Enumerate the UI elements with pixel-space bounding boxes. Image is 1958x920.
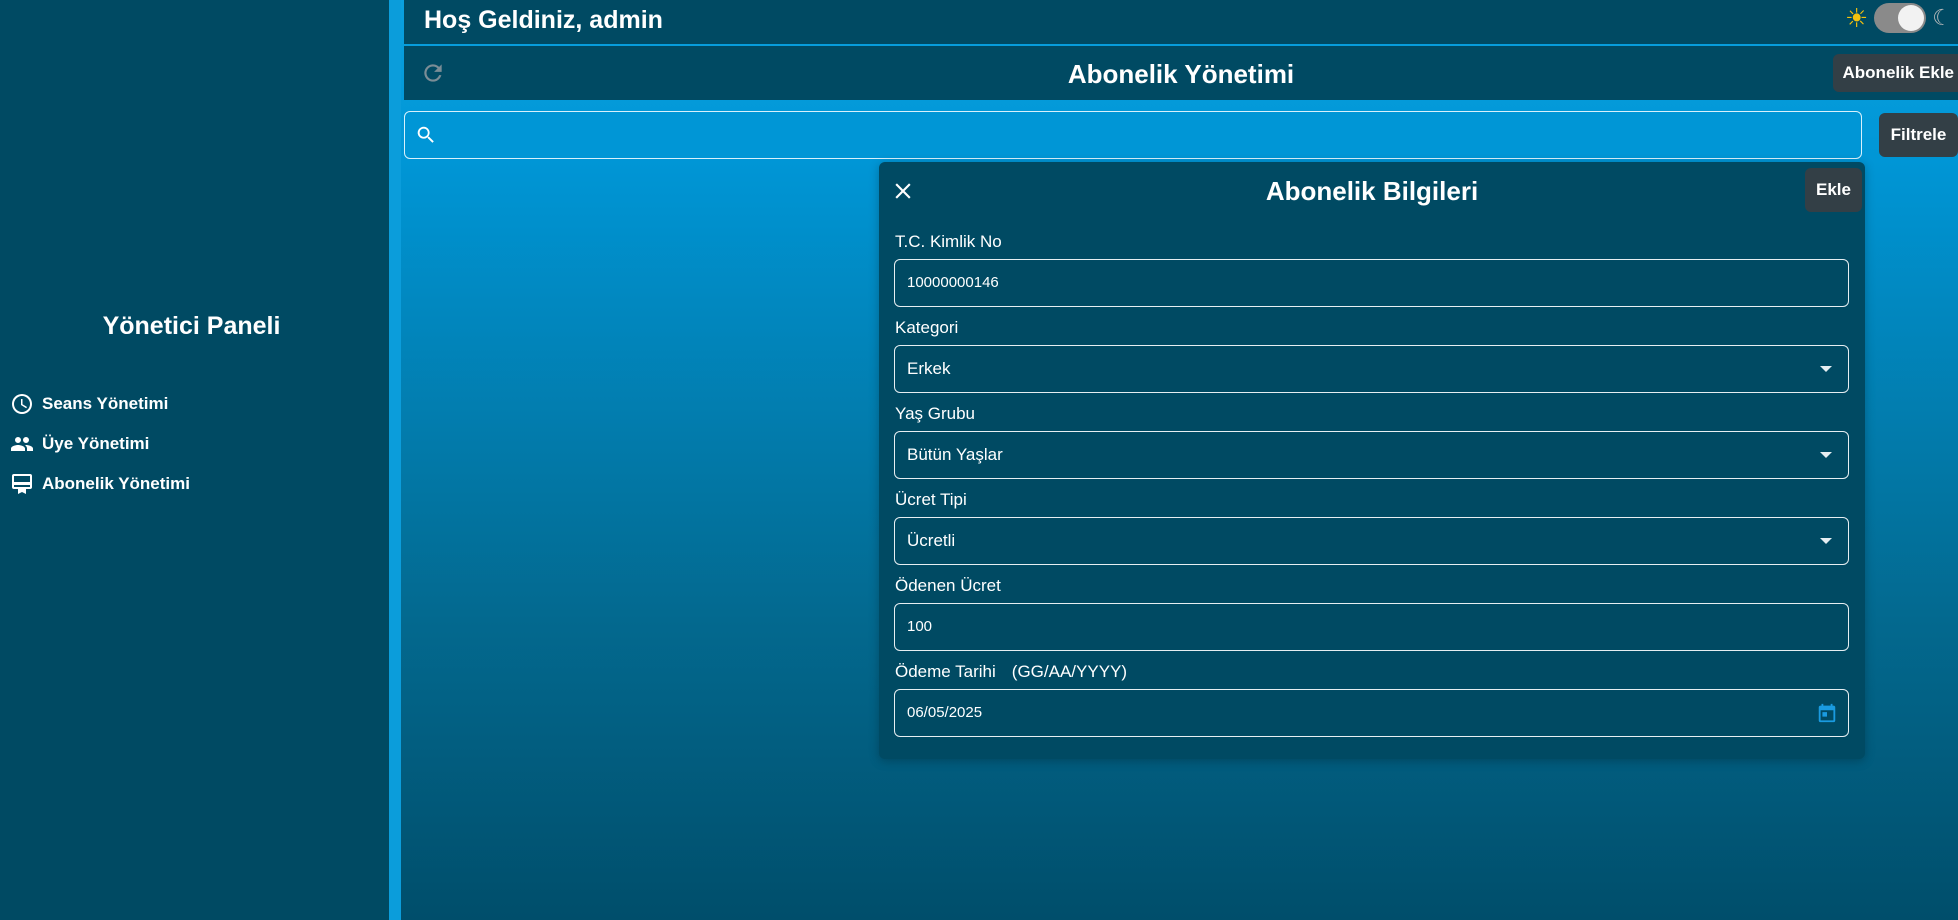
sidebar-item-label: Abonelik Yönetimi [42,474,190,493]
page-title: Abonelik Yönetimi [1067,59,1295,89]
ucret-tipi-value: Ücretli [907,531,956,550]
tc-field[interactable]: 10000000146 [894,259,1849,307]
search-box[interactable] [404,111,1862,159]
main-content: Hoş Geldiniz, admin ☀ ☾ Abonelik Yönetim… [389,0,1958,920]
theme-switch[interactable] [1874,3,1927,33]
tc-label: T.C. Kimlik No [895,232,1002,251]
yas-grubu-select[interactable]: Bütün Yaşlar [894,431,1849,479]
sidebar: Yönetici Paneli Seans Yönetimi Üye Yönet… [0,0,389,920]
sidebar-item-label: Üye Yönetimi [42,434,150,453]
sidebar-item-abonelik[interactable]: Abonelik Yönetimi [10,464,190,504]
accent-strip [389,0,401,920]
odenen-ucret-field[interactable]: 100 [894,603,1849,651]
card-membership-icon [12,474,32,494]
page-header: Abonelik Yönetimi Abonelik Ekle [404,46,1958,100]
sidebar-title: Yönetici Paneli [102,312,281,340]
theme-toggle[interactable]: ☀ ☾ [1845,3,1952,33]
calendar-icon[interactable] [1816,702,1838,724]
sidebar-item-uye[interactable]: Üye Yönetimi [10,424,190,464]
add-subscription-button[interactable]: Abonelik Ekle [1832,54,1958,92]
moon-icon: ☾ [1932,5,1952,30]
dropdown-arrow-icon [1820,366,1832,372]
yas-grubu-value: Bütün Yaşlar [907,445,1003,464]
search-input[interactable] [447,120,1847,150]
odeme-tarihi-value: 06/05/2025 [907,704,983,721]
dropdown-arrow-icon [1820,452,1832,458]
modal-add-button[interactable]: Ekle [1805,168,1862,212]
filter-button[interactable]: Filtrele [1879,113,1958,157]
dropdown-arrow-icon [1820,538,1832,544]
subscription-modal: Abonelik Bilgileri Ekle T.C. Kimlik No 1… [879,162,1865,759]
odeme-tarihi-field[interactable]: 06/05/2025 [894,689,1849,737]
sun-icon: ☀ [1844,3,1869,33]
sidebar-item-label: Seans Yönetimi [42,394,169,413]
odeme-tarihi-label-text: Ödeme Tarihi [895,662,996,681]
clock-icon [12,394,32,414]
modal-title: Abonelik Bilgileri [1265,176,1479,206]
odeme-tarihi-label: Ödeme Tarihi (GG/AA/YYYY) [895,662,1127,682]
kategori-select[interactable]: Erkek [894,345,1849,393]
ucret-tipi-label: Ücret Tipi [895,490,967,509]
welcome-text: Hoş Geldiniz, admin [424,6,663,34]
sidebar-item-seans[interactable]: Seans Yönetimi [10,384,190,424]
tc-value: 10000000146 [907,274,999,291]
odenen-ucret-value: 100 [907,618,933,635]
search-icon [417,126,434,143]
yas-grubu-label: Yaş Grubu [895,404,976,423]
odenen-ucret-label: Ödenen Ücret [895,576,1001,595]
ucret-tipi-select[interactable]: Ücretli [894,517,1849,565]
sidebar-nav: Seans Yönetimi Üye Yönetimi Abonelik Yön… [10,384,190,504]
kategori-label: Kategori [895,318,959,337]
welcome-bar: Hoş Geldiniz, admin ☀ ☾ [404,0,1958,44]
people-icon [11,437,33,451]
kategori-value: Erkek [907,359,951,378]
switch-knob [1898,5,1925,31]
date-format-hint: (GG/AA/YYYY) [1011,662,1128,681]
